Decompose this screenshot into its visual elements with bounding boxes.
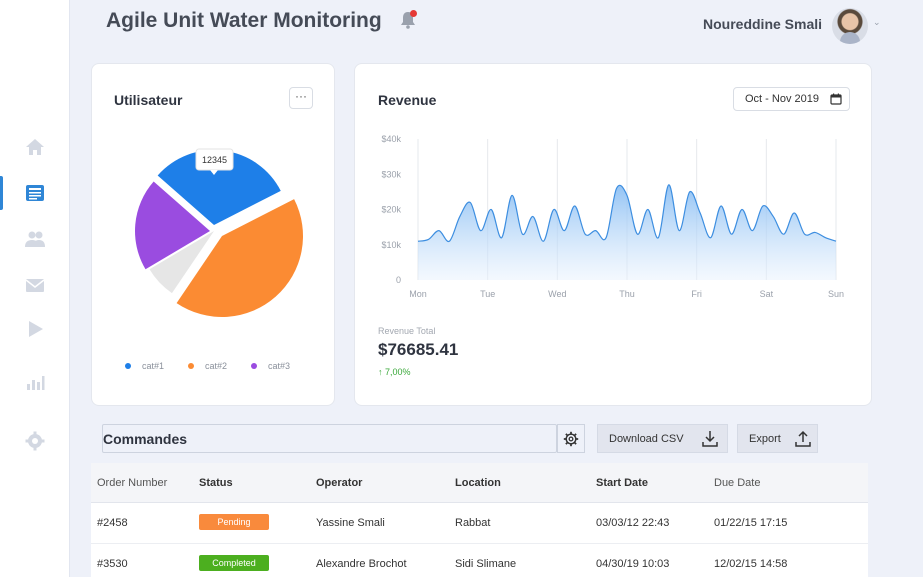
mail-icon [25, 279, 45, 292]
revenue-area-chart: 0 $10k $20k $30k $40k Mon Tue Wed Thu Fri Sat Sun [381, 134, 844, 299]
due-date: 01/22/15 17:15 [714, 517, 788, 529]
chart-icon [27, 376, 45, 390]
x-tick-label: Fri [691, 289, 702, 299]
status-badge: Pending [199, 514, 269, 530]
revenue-card: Revenue Oct - Nov 2019 0 $10k $20k $30k $40k… [354, 63, 872, 406]
x-tick-label: Sat [760, 289, 774, 299]
download-csv-button[interactable]: Download CSV [597, 424, 728, 453]
sidebar-item-settings[interactable] [0, 424, 70, 458]
y-tick-label: $40k [381, 134, 401, 144]
sidebar-item-users[interactable] [0, 222, 70, 256]
play-icon [29, 321, 43, 337]
header-operator[interactable]: Operator [316, 477, 362, 489]
sidebar-item-chart[interactable] [0, 365, 70, 399]
news-icon [26, 185, 44, 201]
operator: Yassine Smali [316, 517, 385, 529]
legend-dot [125, 363, 131, 369]
download-icon [702, 431, 718, 447]
date-range-label: Oct - Nov 2019 [745, 93, 819, 105]
sidebar [0, 0, 70, 577]
notification-dot [410, 10, 417, 17]
gear-icon [563, 431, 579, 446]
table-row[interactable]: #2458 Pending Yassine Smali Rabbat 03/03… [91, 503, 868, 544]
revenue-total-value: $76685.41 [378, 340, 459, 359]
x-tick-label: Tue [480, 289, 495, 299]
export-button[interactable]: Export [737, 424, 818, 453]
legend-label: cat#1 [142, 361, 165, 371]
operator: Alexandre Brochot [316, 558, 407, 570]
users-icon [25, 231, 45, 247]
legend-dot [251, 363, 257, 369]
location: Sidi Slimane [455, 558, 517, 570]
order-number: #2458 [97, 517, 128, 529]
date-range-picker[interactable]: Oct - Nov 2019 [733, 87, 850, 111]
page-title: Agile Unit Water Monitoring [106, 9, 382, 32]
pie-chart: 12345 [135, 148, 303, 318]
table-header: Order Number Status Operator Location St… [91, 463, 868, 503]
pie-tooltip-value: 12345 [202, 155, 227, 165]
more-button[interactable]: ··· [289, 87, 313, 109]
settings-icon [25, 431, 45, 451]
user-card-title: Utilisateur [114, 92, 183, 108]
y-tick-label: 0 [396, 275, 401, 285]
orders-table: Order Number Status Operator Location St… [91, 463, 868, 577]
header-due-date[interactable]: Due Date [714, 477, 760, 489]
x-tick-label: Mon [409, 289, 427, 299]
legend-cat3: cat#3 [251, 361, 290, 371]
upload-icon [795, 430, 811, 447]
x-tick-label: Sun [828, 289, 844, 299]
header-status[interactable]: Status [199, 477, 233, 489]
calendar-icon [830, 93, 842, 105]
legend-dot [188, 363, 194, 369]
x-tick-label: Wed [548, 289, 566, 299]
legend-label: cat#3 [268, 361, 291, 371]
start-date: 04/30/19 10:03 [596, 558, 670, 570]
header-start-date[interactable]: Start Date [596, 477, 648, 489]
sidebar-item-home[interactable] [0, 130, 70, 164]
legend-label: cat#2 [205, 361, 228, 371]
revenue-area [418, 184, 836, 280]
header-location[interactable]: Location [455, 477, 501, 489]
user-name[interactable]: Noureddine Smali [703, 16, 822, 32]
home-icon [26, 139, 44, 155]
x-tick-label: Thu [619, 289, 635, 299]
y-tick-label: $20k [381, 205, 401, 215]
due-date: 12/02/15 14:58 [714, 558, 788, 570]
table-row[interactable]: #3530 Completed Alexandre Brochot Sidi S… [91, 544, 868, 577]
legend-cat2: cat#2 [188, 361, 227, 371]
user-card: Utilisateur ··· 12345 cat#1 cat#2 cat#3 [91, 63, 335, 406]
sidebar-item-play[interactable] [0, 312, 70, 346]
location: Rabbat [455, 517, 491, 529]
sidebar-item-news[interactable] [0, 176, 70, 210]
chevron-down-icon[interactable]: ⌄ [873, 17, 881, 28]
y-tick-label: $30k [381, 169, 401, 179]
revenue-card-title: Revenue [378, 92, 437, 108]
download-csv-label: Download CSV [609, 432, 684, 445]
y-tick-label: $10k [381, 240, 401, 250]
revenue-change: ↑ 7,00% [378, 367, 411, 377]
avatar[interactable] [832, 8, 868, 44]
revenue-total-label: Revenue Total [378, 326, 436, 336]
table-settings-button[interactable] [557, 424, 585, 453]
commandes-title: Commandes [103, 431, 188, 447]
header-order-number[interactable]: Order Number [97, 477, 167, 489]
legend-cat1: cat#1 [125, 361, 164, 371]
export-label: Export [749, 432, 781, 445]
order-number: #3530 [97, 558, 128, 570]
sidebar-item-mail[interactable] [0, 268, 70, 302]
commandes-bar: Commandes [102, 424, 557, 453]
status-badge: Completed [199, 555, 269, 571]
start-date: 03/03/12 22:43 [596, 517, 670, 529]
